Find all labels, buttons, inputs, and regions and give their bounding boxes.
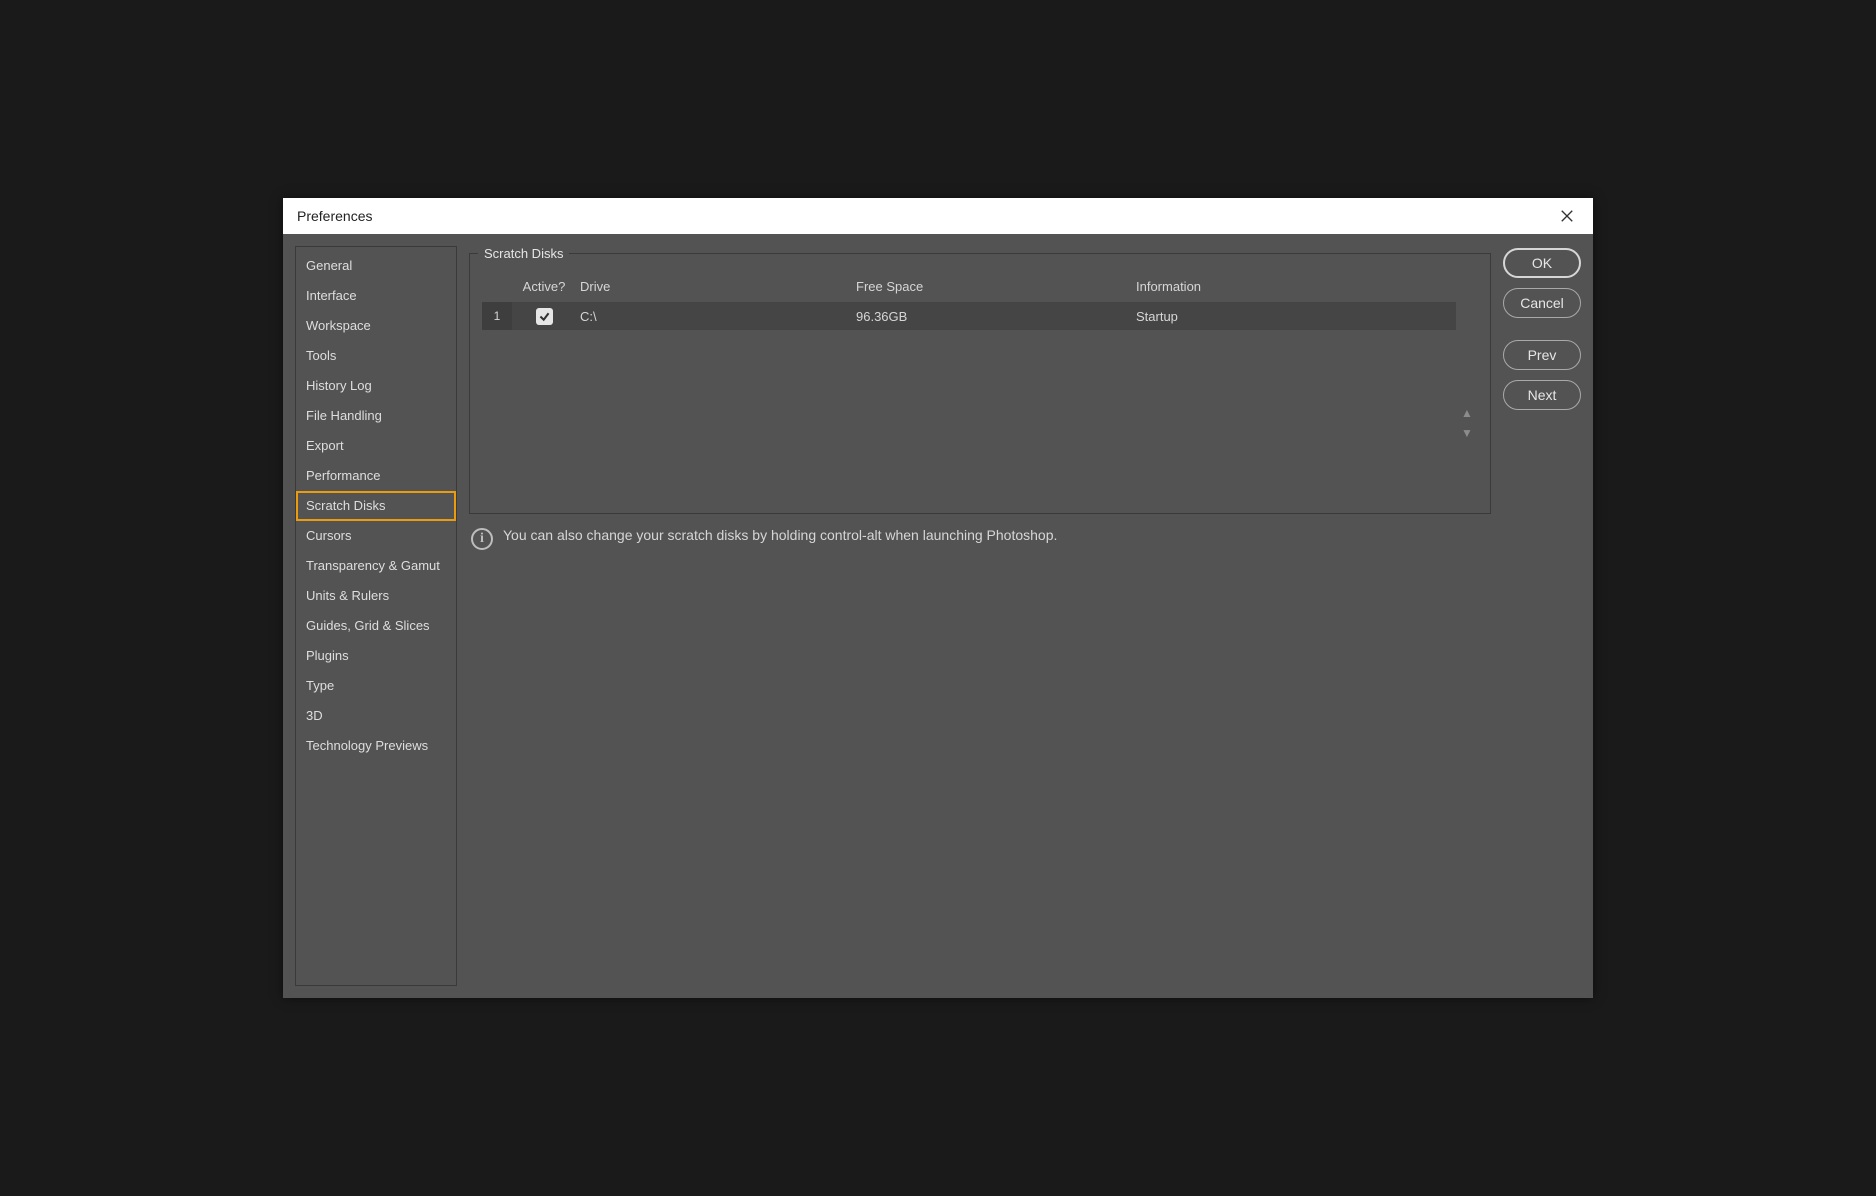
sidebar-item-units-rulers[interactable]: Units & Rulers	[296, 581, 456, 611]
sidebar-item-plugins[interactable]: Plugins	[296, 641, 456, 671]
reorder-controls: ▲ ▼	[1456, 373, 1478, 473]
preferences-dialog: Preferences General Interface Workspace …	[283, 198, 1593, 998]
scratch-disks-section: Scratch Disks Active? Drive Free Space I…	[469, 246, 1491, 514]
section-title: Scratch Disks	[478, 246, 569, 261]
sidebar-item-scratch-disks[interactable]: Scratch Disks	[296, 491, 456, 521]
button-column: OK Cancel Prev Next	[1503, 246, 1581, 986]
move-down-icon[interactable]: ▼	[1461, 426, 1473, 440]
table-row[interactable]: 1 C:\ 96.36GB Startup	[482, 302, 1456, 330]
row-information: Startup	[1136, 309, 1456, 324]
hint-row: i You can also change your scratch disks…	[471, 526, 1491, 550]
table-header: Active? Drive Free Space Information	[482, 273, 1456, 302]
move-up-icon[interactable]: ▲	[1461, 406, 1473, 420]
sidebar-item-workspace[interactable]: Workspace	[296, 311, 456, 341]
sidebar-item-general[interactable]: General	[296, 251, 456, 281]
header-information: Information	[1136, 279, 1456, 294]
row-free-space: 96.36GB	[856, 309, 1136, 324]
next-button[interactable]: Next	[1503, 380, 1581, 410]
close-icon[interactable]	[1555, 204, 1579, 228]
sidebar-item-transparency-gamut[interactable]: Transparency & Gamut	[296, 551, 456, 581]
main-area: Scratch Disks Active? Drive Free Space I…	[469, 246, 1581, 986]
hint-text: You can also change your scratch disks b…	[503, 526, 1057, 544]
sidebar-item-performance[interactable]: Performance	[296, 461, 456, 491]
window-title: Preferences	[297, 208, 372, 224]
sidebar-item-tools[interactable]: Tools	[296, 341, 456, 371]
header-active: Active?	[512, 279, 576, 294]
cancel-button[interactable]: Cancel	[1503, 288, 1581, 318]
header-free-space: Free Space	[856, 279, 1136, 294]
sidebar-item-type[interactable]: Type	[296, 671, 456, 701]
row-drive: C:\	[576, 309, 856, 324]
sidebar-item-3d[interactable]: 3D	[296, 701, 456, 731]
sidebar-item-file-handling[interactable]: File Handling	[296, 401, 456, 431]
sidebar-item-export[interactable]: Export	[296, 431, 456, 461]
sidebar-item-technology-previews[interactable]: Technology Previews	[296, 731, 456, 761]
sidebar-item-guides-grid-slices[interactable]: Guides, Grid & Slices	[296, 611, 456, 641]
dialog-body: General Interface Workspace Tools Histor…	[283, 234, 1593, 998]
active-checkbox[interactable]	[536, 308, 553, 325]
content-pane: Scratch Disks Active? Drive Free Space I…	[469, 246, 1491, 986]
titlebar: Preferences	[283, 198, 1593, 234]
ok-button[interactable]: OK	[1503, 248, 1581, 278]
info-icon: i	[471, 528, 493, 550]
sidebar-item-history-log[interactable]: History Log	[296, 371, 456, 401]
prev-button[interactable]: Prev	[1503, 340, 1581, 370]
sidebar-item-interface[interactable]: Interface	[296, 281, 456, 311]
row-number: 1	[482, 302, 512, 330]
scratch-disk-table: Active? Drive Free Space Information 1	[482, 273, 1478, 473]
sidebar: General Interface Workspace Tools Histor…	[295, 246, 457, 986]
sidebar-item-cursors[interactable]: Cursors	[296, 521, 456, 551]
header-drive: Drive	[576, 279, 856, 294]
